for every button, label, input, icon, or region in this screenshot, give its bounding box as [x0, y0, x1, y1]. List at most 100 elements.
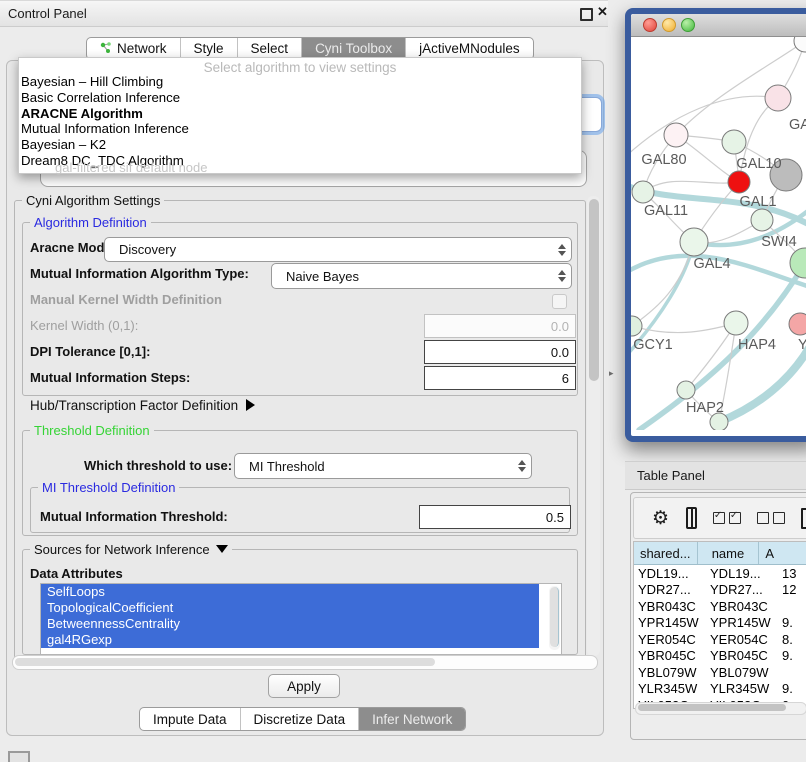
settings-hscrollbar-thumb[interactable]: [15, 658, 435, 666]
network-view-window[interactable]: GAL GAL80 GAL10 GAL1 GAL11 SWI4 GAL4 GCY…: [625, 8, 806, 442]
algorithm-option[interactable]: ARACNE Algorithm: [19, 106, 581, 122]
select-all-icon[interactable]: [713, 512, 741, 524]
node-unlabeled[interactable]: [794, 37, 806, 52]
minimize-traffic-light-icon[interactable]: [662, 18, 676, 32]
list-item[interactable]: BetweennessCentrality: [41, 616, 539, 632]
screen: Control Panel ✕ Network Style Select Cyn…: [0, 0, 806, 762]
hub-definition-label: Hub/Transcription Factor Definition: [30, 398, 238, 413]
algorithm-option[interactable]: Basic Correlation Inference: [19, 90, 581, 106]
table-row[interactable]: YBR045CYBR045C9.: [634, 648, 806, 665]
manual-kernel-checkbox[interactable]: [552, 294, 567, 309]
table-panel-titlebar: Table Panel: [625, 461, 806, 490]
node-swi4[interactable]: [751, 209, 773, 231]
node-green-right[interactable]: [790, 248, 806, 278]
float-panel-icon[interactable]: [580, 8, 593, 21]
data-attributes-list: SelfLoopsTopologicalCoefficientBetweenne…: [40, 583, 562, 655]
table-panel: ⚙ shared... name A YDL19...YDL19...13 YD…: [630, 492, 806, 740]
kernel-width-label: Kernel Width (0,1):: [30, 318, 138, 333]
tab-network[interactable]: Network: [87, 38, 180, 59]
close-icon[interactable]: ✕: [597, 4, 608, 20]
node-label: GAL: [789, 117, 806, 133]
aracne-mode-select[interactable]: Discovery: [104, 237, 572, 262]
list-item[interactable]: SelfLoops: [41, 584, 539, 600]
table-panel-title: Table Panel: [637, 468, 705, 483]
mi-threshold-label: Mutual Information Threshold:: [40, 509, 228, 524]
network-window-titlebar[interactable]: [631, 14, 806, 37]
network-icon: [100, 41, 112, 57]
expand-right-icon[interactable]: [246, 399, 255, 411]
list-scrollbar[interactable]: [549, 586, 560, 650]
node-gal4[interactable]: [680, 228, 708, 256]
data-attributes-items: SelfLoopsTopologicalCoefficientBetweenne…: [41, 584, 561, 648]
settings-group-title: Cyni Algorithm Settings: [22, 193, 164, 208]
collapse-down-icon[interactable]: [216, 545, 228, 553]
column-header-cut[interactable]: A: [759, 542, 806, 564]
table-row[interactable]: YER054CYER054C8.: [634, 631, 806, 648]
node-label: GCY1: [633, 337, 673, 353]
control-panel-title: Control Panel: [8, 6, 87, 21]
tab-cyni-toolbox[interactable]: Cyni Toolbox: [301, 38, 405, 59]
gear-icon[interactable]: ⚙: [652, 507, 669, 530]
node-label: GAL4: [693, 256, 730, 272]
network-canvas[interactable]: GAL GAL80 GAL10 GAL1 GAL11 SWI4 GAL4 GCY…: [631, 37, 806, 430]
table-row[interactable]: YBL079WYBL079W: [634, 664, 806, 681]
node-gal11[interactable]: [632, 181, 654, 203]
threshold-definition-title: Threshold Definition: [30, 423, 154, 438]
column-header-shared-name[interactable]: shared...: [634, 542, 698, 564]
table-hscrollbar[interactable]: [635, 702, 806, 715]
export-table-icon[interactable]: [801, 508, 806, 529]
dock-panel-icon[interactable]: [8, 751, 30, 762]
which-threshold-select[interactable]: MI Threshold: [234, 453, 532, 479]
algorithm-option[interactable]: Bayesian – Hill Climbing: [19, 74, 581, 90]
node-label: SWI4: [761, 234, 796, 250]
node-gal-cut[interactable]: [765, 85, 791, 111]
columns-icon[interactable]: [686, 507, 697, 529]
algorithm-definition-title: Algorithm Definition: [30, 215, 151, 230]
tab-select[interactable]: Select: [237, 38, 302, 59]
node-gcy1[interactable]: [631, 316, 642, 336]
algorithm-option[interactable]: Mutual Information Inference: [19, 121, 581, 137]
tab-jactivemnodules[interactable]: jActiveMNodules: [405, 38, 533, 59]
mi-steps-field[interactable]: 6: [424, 366, 576, 390]
zoom-traffic-light-icon[interactable]: [681, 18, 695, 32]
node-hap2[interactable]: [677, 381, 695, 399]
table-row[interactable]: YDR27...YDR27...12: [634, 582, 806, 599]
table-row[interactable]: YBR043CYBR043C: [634, 598, 806, 615]
data-table-combobox-value: gal-filtered sif default node: [55, 160, 207, 175]
tab-style[interactable]: Style: [180, 38, 237, 59]
tab-discretize-data[interactable]: Discretize Data: [240, 708, 359, 730]
dpi-tolerance-field[interactable]: 0.0: [424, 340, 576, 364]
tab-impute-data[interactable]: Impute Data: [140, 708, 240, 730]
table-header-row: shared... name A: [634, 542, 806, 565]
settings-vscrollbar-thumb[interactable]: [589, 199, 599, 381]
list-item[interactable]: TopologicalCoefficient: [41, 600, 539, 616]
mi-type-select[interactable]: Naive Bayes: [271, 263, 572, 289]
node-gal1-selected[interactable]: [728, 171, 750, 193]
kernel-width-field[interactable]: 0.0: [424, 314, 576, 338]
which-threshold-value: MI Threshold: [235, 459, 513, 474]
data-attributes-label: Data Attributes: [30, 566, 123, 581]
table-toolbar: ⚙: [633, 497, 806, 539]
sources-group-title[interactable]: Sources for Network Inference: [30, 542, 232, 557]
deselect-all-icon[interactable]: [757, 512, 785, 524]
list-item[interactable]: gal4RGexp: [41, 632, 539, 648]
node-hap4[interactable]: [724, 311, 748, 335]
table-body: YDL19...YDL19...13 YDR27...YDR27...12 YB…: [634, 565, 806, 709]
node-gal10[interactable]: [722, 130, 746, 154]
mi-threshold-field[interactable]: 0.5: [419, 505, 571, 529]
manual-kernel-label: Manual Kernel Width Definition: [30, 292, 222, 307]
node-gal80[interactable]: [664, 123, 688, 147]
hub-definition-toggle[interactable]: Hub/Transcription Factor Definition: [30, 398, 255, 413]
mi-steps-label: Mutual Information Steps:: [30, 370, 190, 385]
column-header-name[interactable]: name: [698, 542, 760, 564]
node-label: GAL11: [644, 203, 688, 219]
table-row[interactable]: YPR145WYPR145W9.: [634, 615, 806, 632]
panel-resize-grip[interactable]: ▸: [609, 368, 614, 379]
close-traffic-light-icon[interactable]: [643, 18, 657, 32]
apply-button[interactable]: Apply: [268, 674, 340, 698]
table-row[interactable]: YLR345WYLR345W9.: [634, 681, 806, 698]
algorithm-option[interactable]: Bayesian – K2: [19, 137, 581, 153]
node-y-cut[interactable]: [789, 313, 806, 335]
table-row[interactable]: YDL19...YDL19...13: [634, 565, 806, 582]
tab-infer-network[interactable]: Infer Network: [358, 708, 465, 730]
